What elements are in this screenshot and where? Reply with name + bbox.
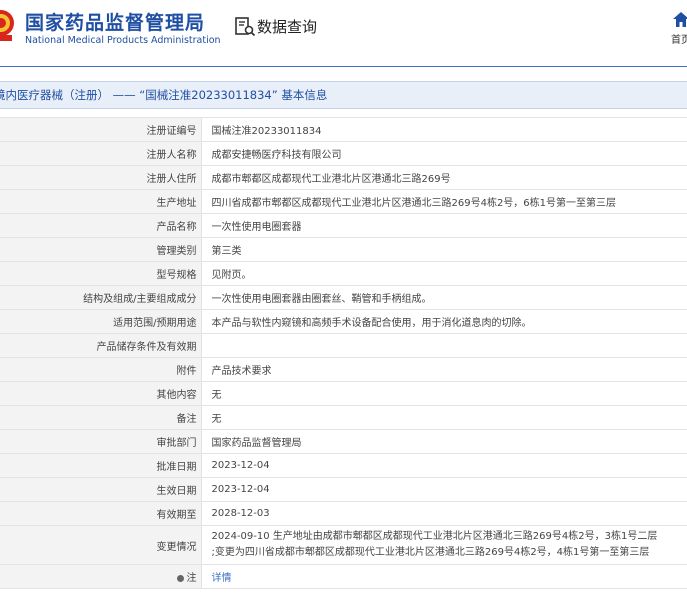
- field-label: 适用范围/预期用途: [0, 309, 202, 334]
- table-row: 其他内容无: [0, 381, 687, 406]
- field-label: 注册人名称: [0, 141, 202, 166]
- field-label: 产品储存条件及有效期: [0, 333, 202, 358]
- table-row: 注册证编号 国械注准20233011834: [0, 117, 687, 142]
- field-label: 变更情况: [0, 525, 202, 565]
- field-label: 其他内容: [0, 381, 202, 406]
- note-row: 注 详情: [0, 564, 687, 589]
- field-label: 审批部门: [0, 429, 202, 454]
- table-row: 结构及组成/主要组成成分 一次性使用电圈套器由圈套丝、鞘管和手柄组成。: [0, 285, 687, 310]
- field-label: 注册证编号: [0, 117, 202, 142]
- field-value: 2028-12-03: [201, 501, 687, 526]
- field-label: 批准日期: [0, 453, 202, 478]
- field-value: 成都安捷畅医疗科技有限公司: [201, 141, 687, 166]
- table-row: 产品储存条件及有效期: [0, 333, 687, 358]
- note-value: 详情: [201, 564, 687, 589]
- header-divider: [0, 66, 687, 67]
- field-value: 产品技术要求: [201, 357, 687, 382]
- table-row: 有效期至 2028-12-03: [0, 501, 687, 526]
- field-label: 附件: [0, 357, 202, 382]
- table-row: 适用范围/预期用途 本产品与软性内窥镜和高频手术设备配合使用，用于消化道息肉的切除…: [0, 309, 687, 334]
- field-value: 2023-12-04: [201, 477, 687, 502]
- field-value: [201, 333, 687, 358]
- site-header: 国家药品监督管理局 National Medical Products Admi…: [0, 0, 687, 66]
- change-line: ;变更为四川省成都市郫都区成都现代工业港北片区港通北三路269号4栋2号，4栋1…: [211, 547, 650, 558]
- field-label: 生产地址: [0, 189, 202, 214]
- table-row: 型号规格 见附页。: [0, 261, 687, 286]
- detail-link[interactable]: 详情: [212, 573, 232, 584]
- national-emblem-logo[interactable]: [0, 8, 16, 42]
- table-row: 批准日期 2023-12-04: [0, 453, 687, 478]
- field-label: 有效期至: [0, 501, 202, 526]
- table-row: 生产地址 四川省成都市郫都区成都现代工业港北片区港通北三路269号4栋2号，6栋1…: [0, 189, 687, 214]
- table-row: 附件 产品技术要求: [0, 357, 687, 382]
- field-value: 2023-12-04: [201, 453, 687, 478]
- home-icon[interactable]: [673, 12, 687, 27]
- site-name-en: National Medical Products Administration: [25, 35, 221, 46]
- field-label: 产品名称: [0, 213, 202, 238]
- record-title-bar: 境内医疗器械（注册） —— “国械注准20233011834” 基本信息: [0, 81, 687, 109]
- field-value: 无: [201, 381, 687, 406]
- field-label: 生效日期: [0, 477, 202, 502]
- note-label-cell: 注: [0, 564, 202, 589]
- table-row: 注册人名称 成都安捷畅医疗科技有限公司: [0, 141, 687, 166]
- field-value: 第三类: [201, 237, 687, 262]
- field-value: 国械注准20233011834: [201, 117, 687, 142]
- change-history: 2024-09-10 生产地址由成都市郫都区成都现代工业港北片区港通北三路269…: [201, 525, 687, 565]
- table-row: 备注无: [0, 405, 687, 430]
- change-line: 2024-09-10 生产地址由成都市郫都区成都现代工业港北片区港通北三路269…: [211, 531, 658, 542]
- field-value: 一次性使用电圈套器: [201, 213, 687, 238]
- table-row: 管理类别 第三类: [0, 237, 687, 262]
- field-value: 无: [201, 405, 687, 430]
- field-label: 注: [186, 573, 197, 584]
- table-row: 审批部门 国家药品监督管理局: [0, 429, 687, 454]
- table-row: 生效日期 2023-12-04: [0, 477, 687, 502]
- change-row: 变更情况 2024-09-10 生产地址由成都市郫都区成都现代工业港北片区港通北…: [0, 525, 687, 565]
- field-value: 见附页。: [201, 261, 687, 286]
- field-label: 管理类别: [0, 237, 202, 262]
- document-search-icon: [235, 17, 256, 37]
- field-value: 一次性使用电圈套器由圈套丝、鞘管和手柄组成。: [201, 285, 687, 310]
- field-label: 型号规格: [0, 261, 202, 286]
- field-value: 四川省成都市郫都区成都现代工业港北片区港通北三路269号4栋2号，6栋1号第一至…: [201, 189, 687, 214]
- table-row: 产品名称 一次性使用电圈套器: [0, 213, 687, 238]
- record-title: 境内医疗器械（注册） —— “国械注准20233011834” 基本信息: [0, 88, 328, 102]
- home-link[interactable]: 首页: [671, 31, 687, 46]
- field-label: 注册人住所: [0, 165, 202, 190]
- site-name-cn[interactable]: 国家药品监督管理局: [25, 8, 205, 35]
- note-bullet-icon: [176, 574, 184, 582]
- field-label: 备注: [0, 405, 202, 430]
- field-label: 结构及组成/主要组成成分: [0, 285, 202, 310]
- page-title: 数据查询: [257, 18, 318, 36]
- table-row: 注册人住所 成都市郫都区成都现代工业港北片区港通北三路269号: [0, 165, 687, 190]
- registration-info-table: 注册证编号 国械注准20233011834 注册人名称 成都安捷畅医疗科技有限公司 …: [0, 117, 687, 589]
- field-value: 成都市郫都区成都现代工业港北片区港通北三路269号: [201, 165, 687, 190]
- field-value: 国家药品监督管理局: [201, 429, 687, 454]
- field-value: 本产品与软性内窥镜和高频手术设备配合使用，用于消化道息肉的切除。: [201, 309, 687, 334]
